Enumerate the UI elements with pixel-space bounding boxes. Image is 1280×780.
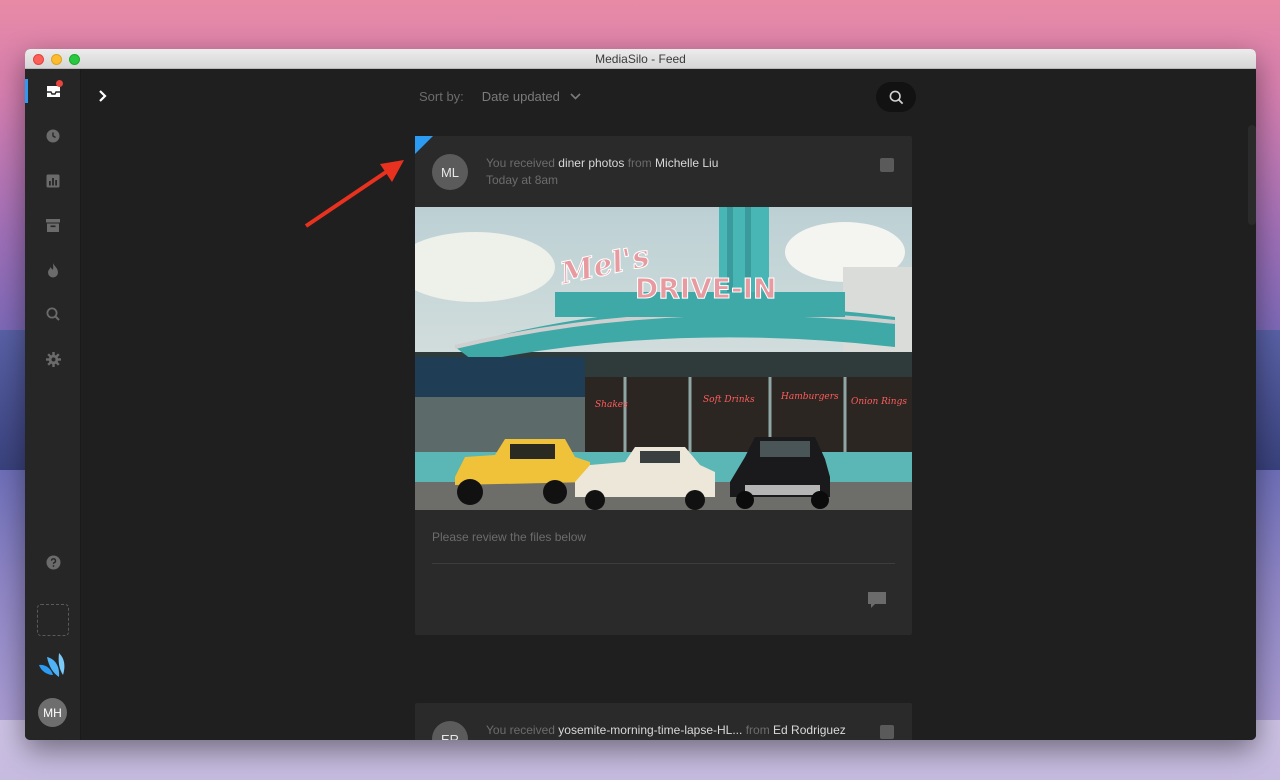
item-link[interactable]: yosemite-morning-time-lapse-HL...: [558, 723, 742, 737]
card-meta: You received yosemite-morning-time-lapse…: [486, 722, 846, 739]
comment-button[interactable]: [867, 591, 887, 609]
diner-photo[interactable]: Shakes Soft Drinks Hamburgers Onion Ring…: [415, 207, 912, 510]
sender-name[interactable]: Michelle Liu: [655, 156, 718, 170]
user-avatar[interactable]: MH: [38, 698, 67, 727]
sender-avatar: ER: [432, 721, 468, 740]
select-checkbox[interactable]: [880, 725, 894, 739]
card-time: Today at 8am: [486, 173, 559, 187]
close-button[interactable]: [33, 54, 44, 65]
sender-avatar: ML: [432, 154, 468, 190]
comment-icon: [868, 592, 886, 608]
sidebar: MH: [25, 69, 81, 740]
sort-control: Sort by: Date updated: [419, 89, 581, 104]
feed-area: Sort by: Date updated ML You received di…: [81, 69, 1256, 740]
flame-icon: [45, 262, 61, 278]
card-message: Please review the files below: [432, 530, 587, 544]
sort-dropdown[interactable]: Date updated: [482, 89, 581, 104]
feed-card[interactable]: ML You received diner photos from Michel…: [415, 136, 912, 635]
svg-text:Onion Rings: Onion Rings: [851, 397, 907, 407]
feed-card[interactable]: ER You received yosemite-morning-time-la…: [415, 703, 912, 740]
gear-icon: [45, 351, 61, 367]
search-icon: [889, 90, 903, 104]
chevron-right-icon: [99, 90, 107, 102]
search-icon: [45, 306, 61, 322]
sidebar-item-settings[interactable]: [25, 344, 81, 374]
zoom-button[interactable]: [69, 54, 80, 65]
app-window: MediaSilo - Feed MH Sort by: Date update…: [25, 49, 1256, 740]
from-word: from: [627, 156, 652, 170]
sidebar-item-archive[interactable]: [25, 210, 81, 240]
diner-sign-drive-in: DRIVE-IN: [635, 272, 777, 305]
scrollbar[interactable]: [1248, 125, 1256, 225]
select-checkbox[interactable]: [880, 158, 894, 172]
sender-name[interactable]: Ed Rodriguez: [773, 723, 846, 737]
svg-text:Hamburgers: Hamburgers: [780, 392, 839, 402]
clock-icon: [45, 128, 61, 144]
mediasilo-logo[interactable]: [37, 653, 69, 683]
annotation-arrow: [304, 160, 404, 228]
archive-icon: [45, 217, 61, 233]
sort-label: Sort by:: [419, 89, 464, 104]
minimize-button[interactable]: [51, 54, 62, 65]
divider: [432, 563, 895, 564]
received-prefix: You received: [486, 156, 555, 170]
card-meta: You received diner photos from Michelle …: [486, 155, 718, 189]
received-prefix: You received: [486, 723, 555, 737]
svg-text:Soft Drinks: Soft Drinks: [703, 395, 755, 405]
sidebar-item-analytics[interactable]: [25, 166, 81, 196]
help-icon: [46, 555, 60, 570]
sort-value: Date updated: [481, 89, 560, 104]
svg-text:Shakes: Shakes: [595, 400, 628, 410]
sidebar-item-inbox[interactable]: [25, 76, 81, 106]
expand-sidebar-button[interactable]: [97, 87, 113, 107]
from-word: from: [745, 723, 770, 737]
sidebar-item-trending[interactable]: [25, 255, 81, 285]
bar-chart-icon: [45, 173, 61, 189]
chevron-down-icon: [570, 93, 581, 100]
notification-dot: [56, 80, 63, 87]
item-link[interactable]: diner photos: [558, 156, 624, 170]
sidebar-item-search[interactable]: [25, 299, 81, 329]
window-title: MediaSilo - Feed: [595, 51, 686, 66]
title-bar: MediaSilo - Feed: [25, 49, 1256, 69]
upload-drop-zone[interactable]: [37, 604, 69, 636]
window-controls: [33, 54, 80, 65]
search-button[interactable]: [876, 82, 916, 112]
inbox-icon: [45, 80, 63, 99]
sidebar-item-recent[interactable]: [25, 121, 81, 151]
help-button[interactable]: [25, 555, 81, 570]
